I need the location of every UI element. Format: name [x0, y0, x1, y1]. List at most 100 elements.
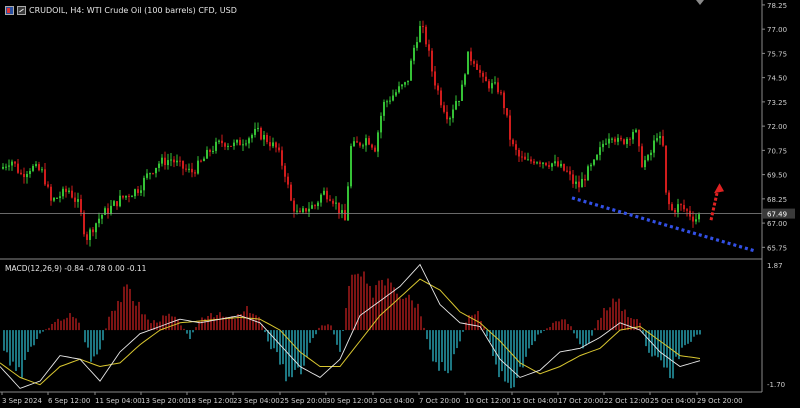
candle-body: [170, 159, 172, 161]
candle-body: [686, 209, 688, 211]
price-tick-label: 68.25: [767, 196, 787, 204]
macd-main-line: [0, 263, 701, 389]
candle-body: [359, 142, 361, 146]
candle-body: [383, 101, 385, 116]
candle-body: [539, 162, 541, 164]
candle-body: [404, 82, 406, 85]
candle-body: [617, 137, 619, 142]
candle-body: [275, 142, 277, 148]
candle-body: [128, 195, 130, 197]
candle-body: [530, 159, 532, 162]
candle-body: [188, 168, 190, 170]
symbol-icon[interactable]: [5, 6, 14, 15]
candle-body: [410, 60, 412, 81]
candle-body: [116, 201, 118, 207]
candle-body: [161, 157, 163, 164]
price-chart[interactable]: 78.25 77.00 75.75 74.50 73.25 72.00 70.75 69.50…: [0, 0, 800, 408]
candle-body: [71, 190, 73, 198]
price-tick-label: 70.75: [767, 147, 787, 155]
price-tick-label: 67.00: [767, 220, 787, 228]
candle-body: [614, 138, 616, 142]
candle-body: [155, 167, 157, 174]
chart-shift-icon[interactable]: [696, 0, 704, 5]
candle-body: [446, 111, 448, 120]
candle-body: [89, 229, 91, 240]
macd-label: MACD(12,26,9) -0.84 -0.78 0.00 -0.11: [5, 264, 147, 273]
candle-body: [431, 50, 433, 72]
candle-body: [311, 205, 313, 209]
candle-body: [209, 149, 211, 152]
candle-body: [659, 136, 661, 139]
candle-body: [143, 177, 145, 191]
candle-body: [83, 212, 85, 235]
candle-body: [47, 184, 49, 187]
chart-title: CRUDOIL, H4: WTI Crude Oil (100 barrels)…: [29, 6, 237, 15]
candle-body: [317, 202, 319, 207]
candle-body: [224, 143, 226, 147]
time-tick-label: 22 Oct 12:00: [604, 397, 650, 405]
chart-header: CRUDOIL, H4: WTI Crude Oil (100 barrels)…: [5, 6, 237, 15]
candle-body: [362, 145, 364, 147]
candle-body: [131, 196, 133, 198]
candle-body: [590, 164, 592, 167]
candle-body: [557, 161, 559, 167]
candle-body: [212, 150, 214, 152]
candle-body: [485, 76, 487, 82]
candle-body: [14, 161, 16, 164]
candle-body: [266, 134, 268, 143]
candle-body: [86, 234, 88, 240]
candle-body: [11, 161, 13, 166]
candle-body: [344, 210, 346, 221]
candle-body: [494, 82, 496, 84]
time-tick-label: 6 Sep 12:00: [48, 397, 90, 405]
candle-body: [200, 160, 202, 162]
candle-body: [269, 142, 271, 147]
candle-body: [497, 82, 499, 93]
candle-body: [2, 166, 4, 169]
candle-body: [554, 161, 556, 164]
price-tick-label: 69.50: [767, 172, 787, 180]
candle-body: [332, 200, 334, 204]
candle-body: [92, 229, 94, 233]
candle-body: [395, 92, 397, 96]
candle-body: [491, 83, 493, 89]
candle-body: [197, 160, 199, 174]
candle-body: [335, 202, 337, 204]
candle-body: [605, 143, 607, 145]
candle-body: [683, 205, 685, 210]
candle-body: [521, 156, 523, 158]
candle-body: [41, 169, 43, 171]
price-pane[interactable]: [2, 20, 700, 247]
candle-body: [299, 210, 301, 213]
chart-type-icon[interactable]: [17, 6, 26, 15]
candle-body: [602, 143, 604, 148]
candle-body: [272, 142, 274, 147]
candle-body: [350, 146, 352, 187]
price-tick-label: 74.50: [767, 75, 787, 83]
candle-body: [53, 197, 55, 201]
candle-body: [29, 170, 31, 174]
time-tick-label: 11 Sep 04:00: [95, 397, 142, 405]
macd-pane[interactable]: [0, 263, 701, 389]
candle-body: [458, 100, 460, 102]
candle-body: [59, 196, 61, 198]
candle-body: [227, 145, 229, 147]
candle-body: [482, 72, 484, 77]
candle-body: [5, 166, 7, 168]
candle-body: [596, 154, 598, 160]
candle-body: [278, 147, 280, 151]
candle-body: [425, 26, 427, 45]
candle-body: [254, 128, 256, 135]
candle-body: [467, 51, 469, 75]
candle-body: [509, 115, 511, 140]
candle-body: [293, 200, 295, 212]
candle-body: [26, 173, 28, 178]
candle-body: [518, 149, 520, 157]
candle-body: [680, 204, 682, 206]
candle-body: [341, 210, 343, 214]
candle-body: [221, 140, 223, 144]
candle-body: [191, 168, 193, 173]
candle-body: [305, 208, 307, 212]
candle-body: [290, 184, 292, 201]
candle-body: [464, 74, 466, 85]
